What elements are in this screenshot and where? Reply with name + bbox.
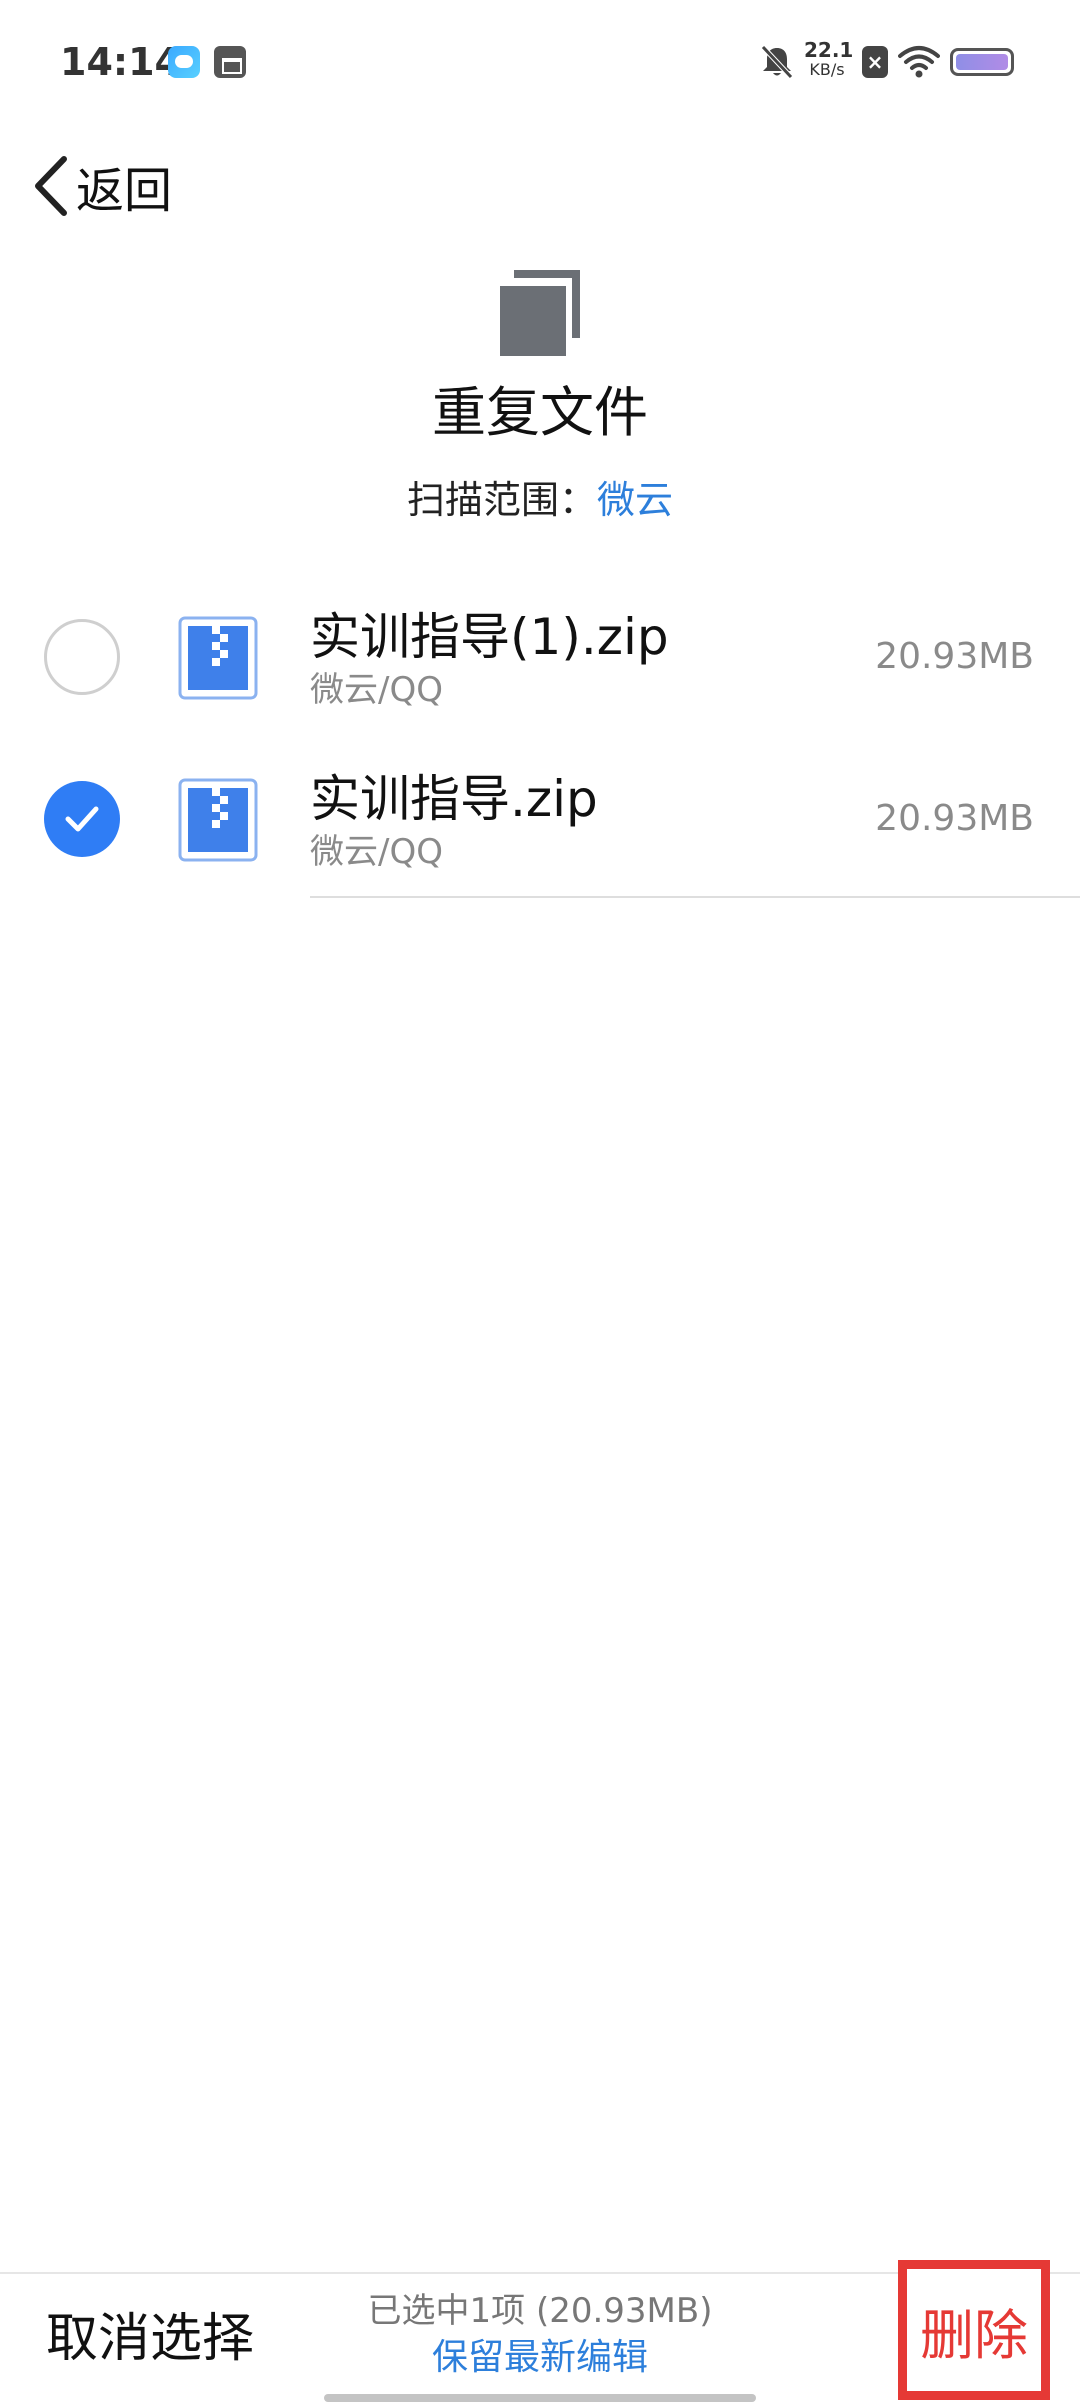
file-name: 实训指导.zip [310, 770, 598, 828]
status-time: 14:14 [60, 40, 181, 84]
check-icon [65, 806, 99, 832]
duplicate-files-icon [500, 270, 580, 356]
scan-scope-value[interactable]: 微云 [597, 478, 673, 522]
network-speed-value: 22.1 [804, 38, 854, 62]
delete-button[interactable]: 删除 [898, 2260, 1050, 2400]
calendar-app-icon [214, 46, 246, 78]
sim-off-icon: × [862, 46, 888, 78]
duplicate-file-list: 实训指导(1).zip 微云/QQ 20.93MB 实训指导.zip 微云/QQ… [0, 576, 1080, 900]
wifi-icon [898, 46, 940, 78]
file-size: 20.93MB [875, 798, 1034, 839]
back-button[interactable]: 返回 [30, 146, 172, 226]
file-size: 20.93MB [875, 636, 1034, 677]
back-label: 返回 [76, 163, 173, 219]
network-speed: 22.1 KB/s [804, 38, 854, 80]
file-name: 实训指导(1).zip [310, 608, 669, 666]
page-title: 重复文件 [432, 381, 648, 444]
cancel-selection-button[interactable]: 取消选择 [46, 2304, 254, 2374]
zip-file-icon [178, 778, 258, 862]
scan-scope: 扫描范围：微云 [0, 472, 1080, 528]
file-select-radio[interactable] [44, 619, 120, 695]
keep-latest-edit-link[interactable]: 保留最新编辑 [300, 2334, 780, 2382]
network-speed-unit: KB/s [809, 60, 845, 79]
bottom-action-bar: 取消选择 已选中1项 (20.93MB) 保留最新编辑 删除 [0, 2260, 1080, 2408]
delete-label: 删除 [920, 2303, 1028, 2367]
selection-info: 已选中1项 (20.93MB) 保留最新编辑 [300, 2288, 780, 2382]
cloud-app-icon [168, 46, 200, 78]
list-divider [310, 896, 1080, 898]
battery-level [956, 54, 1008, 70]
status-bar: 14:14 22.1 KB/s × [0, 0, 1080, 128]
file-path: 微云/QQ [310, 670, 443, 710]
file-row[interactable]: 实训指导(1).zip 微云/QQ 20.93MB [0, 576, 1080, 738]
file-select-radio[interactable] [44, 781, 120, 857]
bell-off-icon [761, 45, 793, 79]
file-row[interactable]: 实训指导.zip 微云/QQ 20.93MB [0, 738, 1080, 900]
file-path: 微云/QQ [310, 832, 443, 872]
scan-scope-label: 扫描范围： [406, 478, 597, 522]
selection-summary: 已选中1项 (20.93MB) [367, 2291, 713, 2331]
chevron-left-icon [35, 156, 67, 216]
zip-file-icon [178, 616, 258, 700]
home-indicator[interactable] [324, 2394, 756, 2402]
battery-icon [950, 48, 1014, 76]
